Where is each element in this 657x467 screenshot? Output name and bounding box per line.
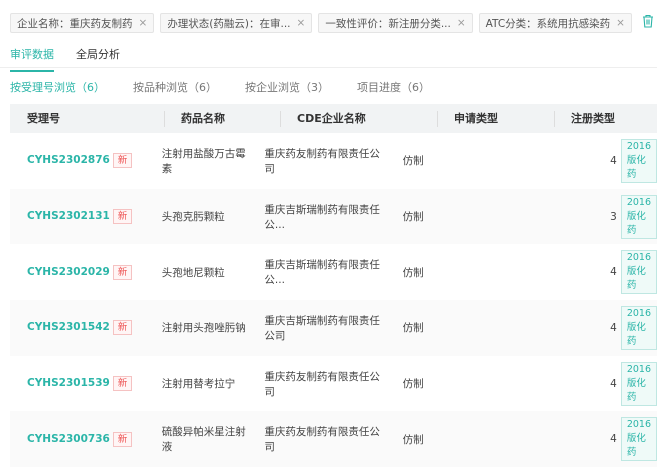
close-icon[interactable]: × bbox=[297, 17, 306, 29]
reg-number: 4 bbox=[610, 433, 617, 446]
cell-app-type: 仿制 bbox=[402, 155, 424, 168]
tab-review-data[interactable]: 审评数据 bbox=[10, 46, 54, 72]
reg-tag: 2016版化药 bbox=[620, 138, 657, 183]
reg-tag: 2016版化药 bbox=[620, 305, 657, 350]
reg-number: 4 bbox=[610, 154, 617, 167]
cell-id: CYHS2300736 新 bbox=[10, 431, 146, 447]
column-header[interactable]: 注册类型 bbox=[554, 110, 657, 127]
cell-id: CYHS2301539 新 bbox=[10, 376, 146, 392]
new-badge: 新 bbox=[112, 320, 133, 336]
column-header[interactable]: 受理号 bbox=[10, 111, 164, 127]
filter-label: ATC分类：系统用抗感染药 bbox=[485, 17, 611, 30]
filter-chip[interactable]: 一致性评价：新注册分类... × bbox=[318, 13, 473, 33]
cell-drug: 注射用替考拉宁 bbox=[161, 378, 236, 391]
reg-number: 3 bbox=[610, 210, 617, 223]
cell-id: CYHS2302876 新 bbox=[10, 153, 146, 169]
cell-app-type: 仿制 bbox=[402, 266, 424, 279]
subtab-progress[interactable]: 项目进度（6） bbox=[357, 79, 430, 95]
acceptance-number-link[interactable]: CYHS2301542 bbox=[27, 321, 110, 333]
column-header[interactable]: CDE企业名称 bbox=[280, 110, 437, 127]
cell-reg-type: 4 2016版化药 bbox=[490, 250, 657, 295]
cell-drug: 头孢地尼颗粒 bbox=[161, 266, 225, 279]
reg-tag: 2016版化药 bbox=[620, 194, 657, 239]
cell-id: CYHS2301542 新 bbox=[10, 320, 146, 336]
cell-app-type: 仿制 bbox=[402, 211, 424, 224]
cell-company: 重庆吉斯瑞制药有限责任公司 bbox=[264, 314, 380, 342]
close-icon[interactable]: × bbox=[457, 17, 466, 29]
subtab-by-acceptance[interactable]: 按受理号浏览（6） bbox=[10, 79, 105, 95]
filter-chip[interactable]: ATC分类：系统用抗感染药 × bbox=[478, 13, 632, 33]
close-icon[interactable]: × bbox=[139, 17, 148, 29]
subtab-by-company[interactable]: 按企业浏览（3） bbox=[245, 79, 329, 95]
table-body: CYHS2302876 新 注射用盐酸万古霉素 重庆药友制药有限责任公司 仿制 4… bbox=[10, 133, 657, 467]
cell-company: 重庆药友制药有限责任公司 bbox=[264, 426, 380, 454]
divider bbox=[0, 67, 657, 68]
cell-company: 重庆吉斯瑞制药有限责任公... bbox=[264, 259, 380, 287]
table-row[interactable]: CYHS2300736 新 硫酸异帕米星注射液 重庆药友制药有限责任公司 仿制 4… bbox=[10, 411, 657, 467]
filter-bar: 企业名称：重庆药友制药 × 办理状态(药融云)：在审... × 一致性评价：新注册分… bbox=[10, 13, 654, 33]
new-badge: 新 bbox=[112, 431, 133, 447]
cell-drug: 头孢克肟颗粒 bbox=[161, 211, 225, 224]
table-row[interactable]: CYHS2301539 新 注射用替考拉宁 重庆药友制药有限责任公司 仿制 4 20… bbox=[10, 356, 657, 412]
cell-reg-type: 4 2016版化药 bbox=[490, 417, 657, 462]
subtab-by-variety[interactable]: 按品种浏览（6） bbox=[133, 79, 217, 95]
new-badge: 新 bbox=[112, 153, 133, 169]
cell-company: 重庆吉斯瑞制药有限责任公... bbox=[264, 203, 380, 231]
acceptance-number-link[interactable]: CYHS2301539 bbox=[27, 377, 110, 389]
new-badge: 新 bbox=[112, 376, 133, 392]
new-badge: 新 bbox=[112, 264, 133, 280]
new-badge: 新 bbox=[112, 209, 133, 225]
reg-number: 4 bbox=[610, 266, 617, 279]
table-row[interactable]: CYHS2302876 新 注射用盐酸万古霉素 重庆药友制药有限责任公司 仿制 4… bbox=[10, 133, 657, 189]
cell-id: CYHS2302029 新 bbox=[10, 264, 146, 280]
table-row[interactable]: CYHS2302131 新 头孢克肟颗粒 重庆吉斯瑞制药有限责任公... 仿制 3… bbox=[10, 188, 657, 245]
acceptance-number-link[interactable]: CYHS2302876 bbox=[27, 154, 110, 166]
cell-reg-type: 4 2016版化药 bbox=[490, 361, 657, 406]
main-tabs: 审评数据 全局分析 bbox=[10, 46, 120, 72]
reg-tag: 2016版化药 bbox=[620, 250, 657, 295]
reg-number: 4 bbox=[610, 321, 617, 334]
cell-app-type: 仿制 bbox=[402, 322, 424, 335]
table-row[interactable]: CYHS2301542 新 注射用头孢唑肟钠 重庆吉斯瑞制药有限责任公司 仿制 4… bbox=[10, 300, 657, 356]
acceptance-number-link[interactable]: CYHS2300736 bbox=[27, 433, 110, 445]
table-row[interactable]: CYHS2302029 新 头孢地尼颗粒 重庆吉斯瑞制药有限责任公... 仿制 4… bbox=[10, 244, 657, 300]
filter-chip[interactable]: 企业名称：重庆药友制药 × bbox=[10, 13, 155, 33]
cell-drug: 注射用头孢唑肟钠 bbox=[161, 322, 246, 335]
cell-id: CYHS2302131 新 bbox=[10, 209, 146, 225]
filter-chip[interactable]: 办理状态(药融云)：在审... × bbox=[160, 13, 313, 33]
cell-drug: 注射用盐酸万古霉素 bbox=[161, 147, 246, 175]
cell-app-type: 仿制 bbox=[402, 433, 424, 446]
cell-app-type: 仿制 bbox=[402, 378, 424, 391]
table-header: 受理号 药品名称 CDE企业名称 申请类型 注册类型 bbox=[10, 104, 657, 133]
column-header[interactable]: 药品名称 bbox=[164, 110, 280, 127]
acceptance-number-link[interactable]: CYHS2302029 bbox=[27, 266, 110, 278]
cell-reg-type: 4 2016版化药 bbox=[490, 305, 657, 350]
acceptance-number-link[interactable]: CYHS2302131 bbox=[27, 210, 110, 222]
reg-number: 4 bbox=[610, 377, 617, 390]
close-icon[interactable]: × bbox=[616, 17, 625, 29]
cell-drug: 硫酸异帕米星注射液 bbox=[161, 426, 246, 454]
sub-tabs: 按受理号浏览（6） 按品种浏览（6） 按企业浏览（3） 项目进度（6） bbox=[10, 79, 430, 95]
data-table: 受理号 药品名称 CDE企业名称 申请类型 注册类型 CYHS2302876 新 … bbox=[10, 104, 657, 467]
cell-company: 重庆药友制药有限责任公司 bbox=[264, 370, 380, 398]
cell-reg-type: 4 2016版化药 bbox=[490, 138, 657, 183]
cell-company: 重庆药友制药有限责任公司 bbox=[264, 147, 380, 175]
reg-tag: 2016版化药 bbox=[620, 417, 657, 462]
filter-label: 一致性评价：新注册分类... bbox=[325, 17, 451, 30]
trash-icon[interactable] bbox=[642, 14, 654, 32]
cell-reg-type: 3 2016版化药 bbox=[490, 194, 657, 239]
reg-tag: 2016版化药 bbox=[620, 361, 657, 406]
filter-label: 办理状态(药融云)：在审... bbox=[167, 17, 291, 30]
tab-global-analysis[interactable]: 全局分析 bbox=[76, 46, 120, 72]
filter-label: 企业名称：重庆药友制药 bbox=[17, 17, 133, 30]
column-header[interactable]: 申请类型 bbox=[437, 110, 554, 127]
